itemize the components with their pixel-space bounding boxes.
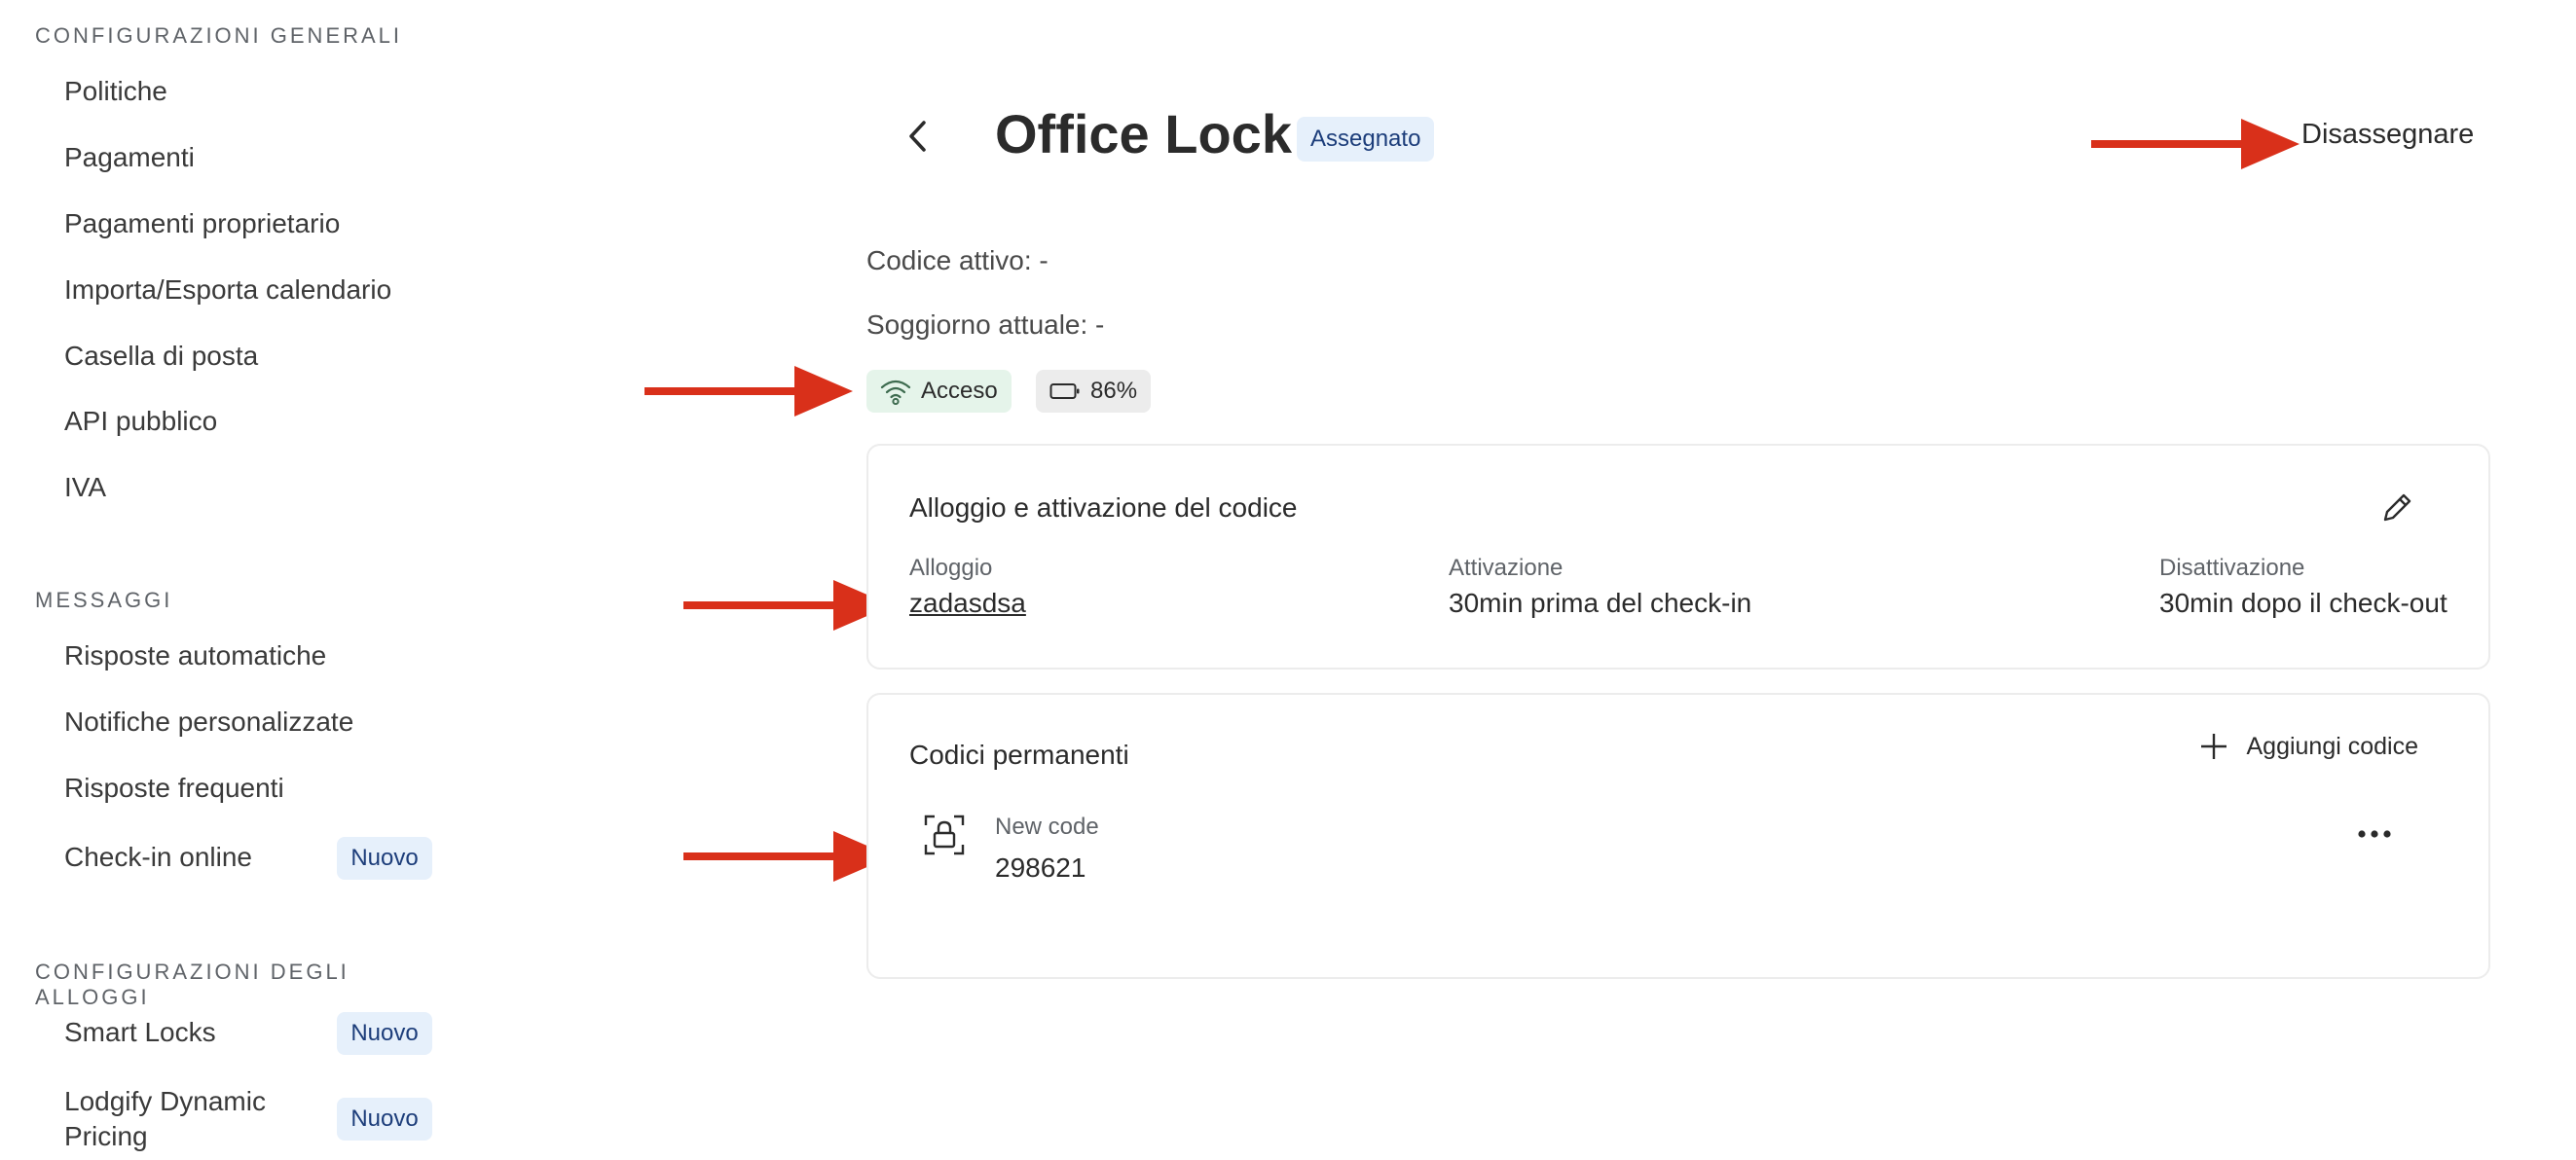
connection-status-badge: Acceso [866,370,1012,413]
arrow-icon [644,366,853,417]
sidebar-item-calendar-sync[interactable]: Importa/Esporta calendario [64,272,391,308]
new-badge: Nuovo [337,1098,432,1141]
battery-icon [1049,383,1080,399]
more-options-icon [2358,830,2391,838]
sidebar-item-owner-payments[interactable]: Pagamenti proprietario [64,206,340,241]
arrow-icon [683,580,892,631]
settings-sidebar: CONFIGURAZIONI GENERALI Politiche Pagame… [0,0,448,1160]
wifi-icon [880,380,911,405]
property-label: Alloggio [909,555,993,581]
sidebar-item-online-checkin[interactable]: Check-in online [64,840,252,875]
sidebar-item-vat[interactable]: IVA [64,470,106,505]
add-code-button[interactable]: Aggiungi codice [2199,732,2418,761]
current-stay-text: Soggiorno attuale: - [866,309,1105,340]
card-title: Alloggio e attivazione del codice [909,492,1298,523]
battery-badge: 86% [1036,370,1152,413]
property-activation-card: Alloggio e attivazione del codice Allogg… [866,444,2490,670]
code-name: New code [995,814,1099,840]
sidebar-item-payments[interactable]: Pagamenti [64,140,195,175]
plus-icon [2201,734,2227,759]
arrow-icon [2091,119,2300,169]
back-button[interactable] [896,115,938,158]
sidebar-item-public-api[interactable]: API pubblico [64,404,217,439]
edit-button[interactable] [2372,483,2422,533]
more-options-button[interactable] [2350,819,2399,849]
property-link[interactable]: zadasdsa [909,588,1026,619]
activation-value: 30min prima del check-in [1449,588,1752,618]
sidebar-item-faq-replies[interactable]: Risposte frequenti [64,771,284,806]
new-badge: Nuovo [337,837,432,880]
deactivation-value: 30min dopo il check-out [2159,588,2447,618]
card-title: Codici permanenti [909,740,1129,770]
code-value: 298621 [995,852,1086,883]
sidebar-item-mailbox[interactable]: Casella di posta [64,339,258,374]
status-badge: Assegnato [1297,117,1435,162]
sidebar-item-dynamic-pricing[interactable]: Lodgify Dynamic Pricing [64,1084,266,1154]
battery-level: 86% [1090,378,1138,404]
section-title-properties: CONFIGURAZIONI DEGLI ALLOGGI [35,960,350,1009]
deactivation-label: Disattivazione [2159,555,2305,581]
arrow-icon [683,831,892,882]
add-code-label: Aggiungi codice [2246,732,2418,760]
dynamic-pricing-label-line1: Lodgify Dynamic [64,1086,266,1116]
activation-label: Attivazione [1449,555,1564,581]
pencil-icon [2383,493,2411,522]
sidebar-item-custom-notifications[interactable]: Notifiche personalizzate [64,705,353,740]
permanent-codes-card: Codici permanenti Aggiungi codice New co… [866,693,2490,979]
chevron-left-icon [909,121,926,152]
unassign-button[interactable]: Disassegnare [2301,119,2474,151]
sidebar-item-smart-locks[interactable]: Smart Locks [64,1015,216,1050]
section-title-messages: MESSAGGI [35,588,173,612]
sidebar-item-auto-replies[interactable]: Risposte automatiche [64,638,326,673]
sidebar-item-policies[interactable]: Politiche [64,74,167,109]
connection-status-label: Acceso [921,378,998,404]
new-badge: Nuovo [337,1012,432,1055]
lock-code-icon [924,815,965,855]
section-title-general: CONFIGURAZIONI GENERALI [35,23,403,48]
page-title: Office Lock [995,103,1292,164]
dynamic-pricing-label-line2: Pricing [64,1121,148,1151]
active-code-text: Codice attivo: - [866,245,1049,275]
